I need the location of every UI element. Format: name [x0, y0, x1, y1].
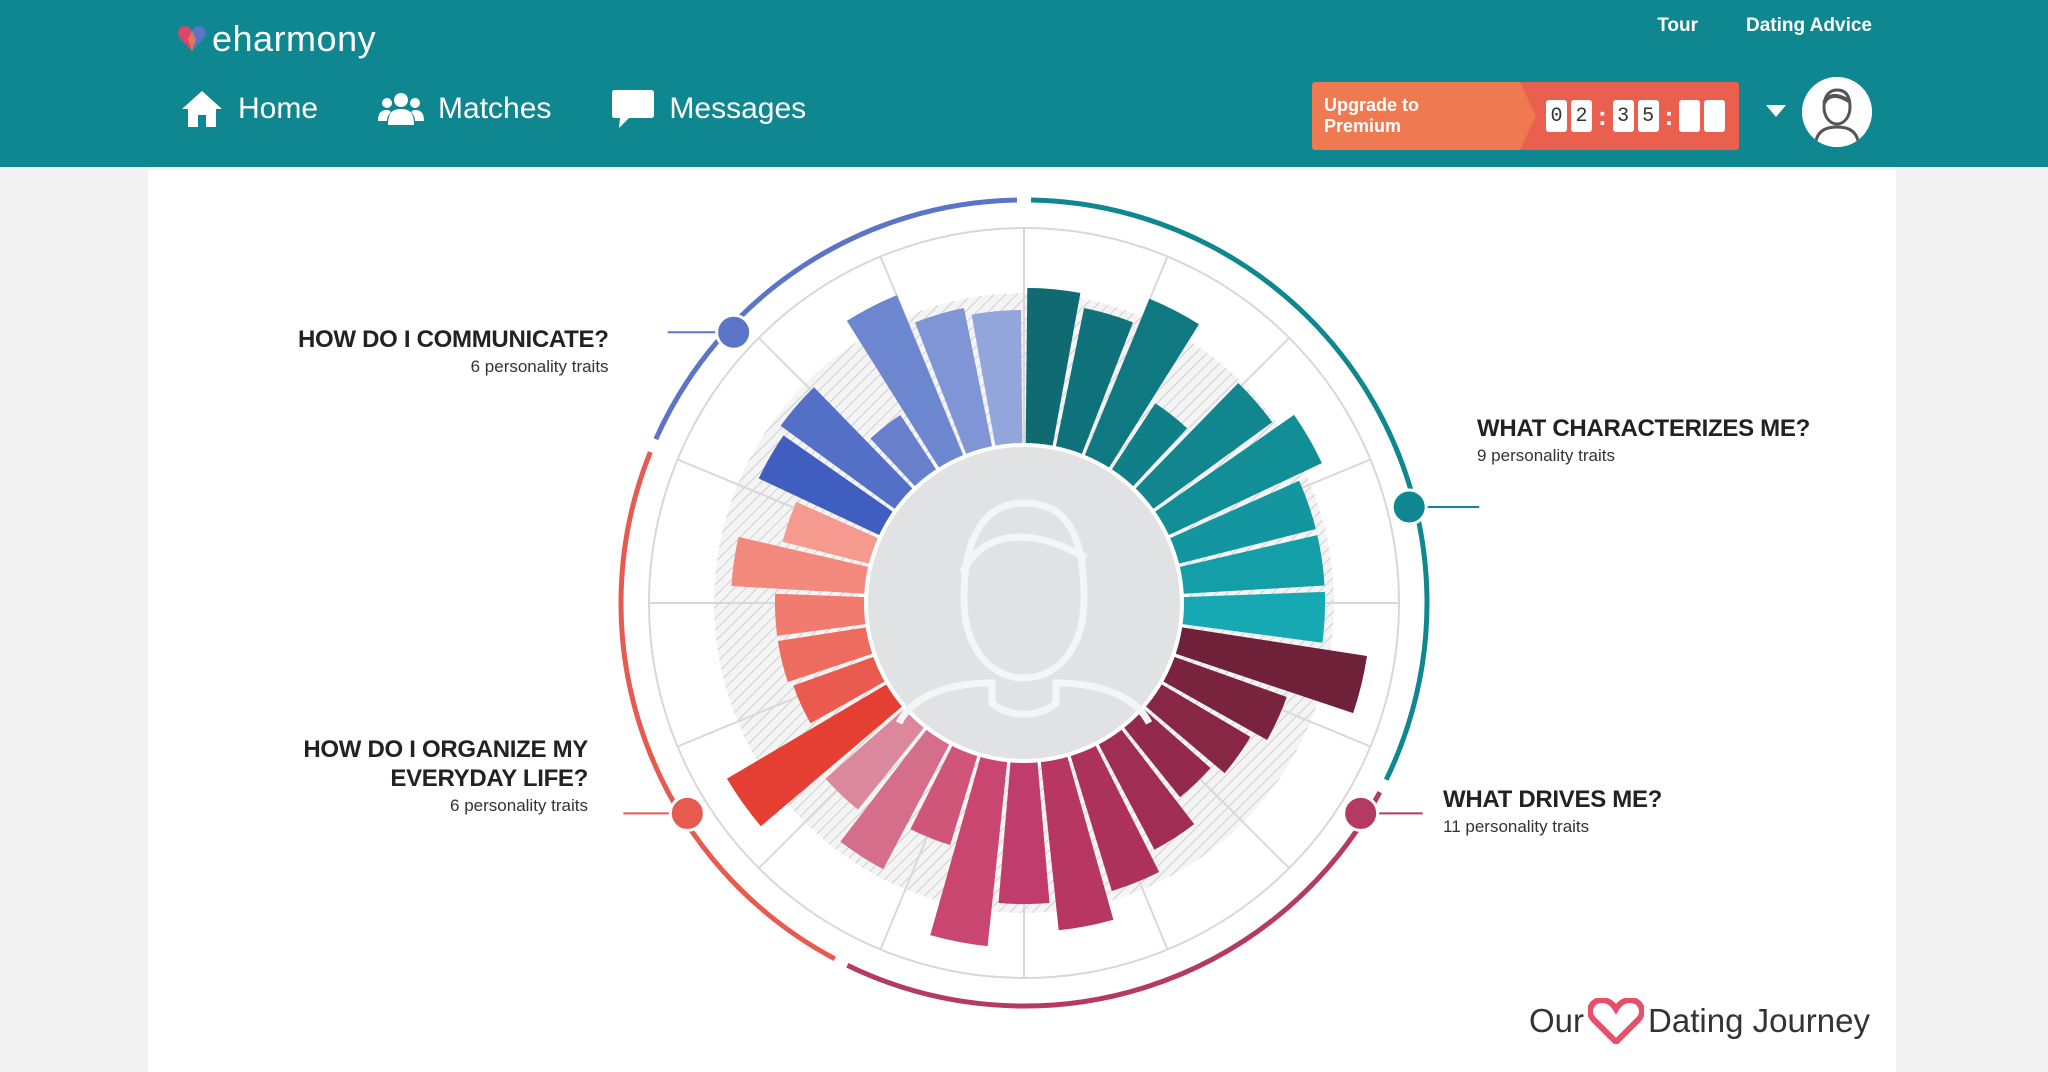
nav-home[interactable]: Home: [180, 88, 318, 130]
category-organize[interactable]: HOW DO I ORGANIZE MY EVERYDAY LIFE? 6 pe…: [298, 735, 588, 816]
people-icon: [378, 93, 425, 125]
category-subtitle: 9 personality traits: [1477, 446, 1615, 465]
heart-logo-icon: [178, 26, 206, 51]
category-marker: [715, 313, 753, 351]
category-title: HOW DO I ORGANIZE MY: [303, 736, 588, 763]
home-icon: [182, 91, 222, 127]
user-avatar[interactable]: [1802, 77, 1872, 147]
timer-digit: [1704, 100, 1726, 132]
nav-matches-label: Matches: [438, 92, 552, 125]
top-links: Tour Dating Advice: [1657, 15, 1872, 37]
timer-digit: 0: [1546, 100, 1567, 132]
nav-messages[interactable]: Messages: [611, 88, 806, 130]
watermark-right: Dating Journey: [1648, 1002, 1870, 1039]
category-marker: [1342, 794, 1380, 832]
personality-wheel: [618, 197, 1480, 1009]
timer-colon: :: [1664, 100, 1674, 131]
timer-digit: 5: [1637, 100, 1659, 132]
category-title: WHAT CHARACTERIZES ME?: [1477, 415, 1810, 442]
category-marker: [1390, 488, 1428, 526]
category-subtitle: 11 personality traits: [1443, 817, 1590, 836]
logo-text: eharmony: [212, 18, 377, 59]
caret-down-icon: [1766, 105, 1786, 117]
top-header: eharmony Tour Dating Advice Home Matches: [0, 0, 2048, 167]
timer-digit: [1679, 100, 1701, 132]
dating-advice-link[interactable]: Dating Advice: [1746, 15, 1872, 37]
heart-icon: [1588, 998, 1645, 1044]
category-drives[interactable]: WHAT DRIVES ME? 11 personality traits: [1443, 785, 1662, 837]
nav-messages-label: Messages: [669, 92, 807, 125]
profile-placeholder-icon: [1802, 77, 1872, 147]
eharmony-logo[interactable]: eharmony: [176, 18, 376, 60]
tour-link[interactable]: Tour: [1657, 15, 1698, 37]
category-title: WHAT DRIVES ME?: [1443, 786, 1663, 813]
countdown-timer: 0 2 : 3 5 :: [1520, 82, 1739, 150]
watermark-left: Our: [1529, 1002, 1585, 1039]
timer-digit: 3: [1612, 100, 1634, 132]
wheel-center: [864, 443, 1184, 763]
personality-profile-panel: HOW DO I COMMUNICATE? 6 personality trai…: [148, 167, 1896, 1072]
upgrade-premium-button[interactable]: Upgrade to Premium 0 2 : 3 5 :: [1312, 82, 1739, 150]
main-nav: Home Matches Messages: [180, 88, 806, 130]
category-subtitle: 6 personality traits: [450, 796, 588, 815]
chat-bubble-icon: [612, 90, 655, 128]
account-dropdown-toggle[interactable]: [1766, 104, 1786, 122]
upgrade-label: Upgrade to Premium: [1312, 82, 1536, 150]
category-title: HOW DO I COMMUNICATE?: [298, 326, 609, 353]
category-communicate[interactable]: HOW DO I COMMUNICATE? 6 personality trai…: [298, 325, 609, 377]
nav-matches[interactable]: Matches: [378, 88, 551, 130]
nav-home-label: Home: [238, 92, 319, 125]
timer-digit: 2: [1571, 100, 1592, 132]
category-title: EVERYDAY LIFE?: [390, 765, 588, 792]
category-characterizes[interactable]: WHAT CHARACTERIZES ME? 9 personality tra…: [1477, 414, 1810, 466]
timer-colon: :: [1598, 100, 1607, 131]
watermark: Our Dating Journey: [1529, 998, 1870, 1044]
category-marker: [668, 794, 706, 832]
category-subtitle: 6 personality traits: [470, 357, 609, 376]
